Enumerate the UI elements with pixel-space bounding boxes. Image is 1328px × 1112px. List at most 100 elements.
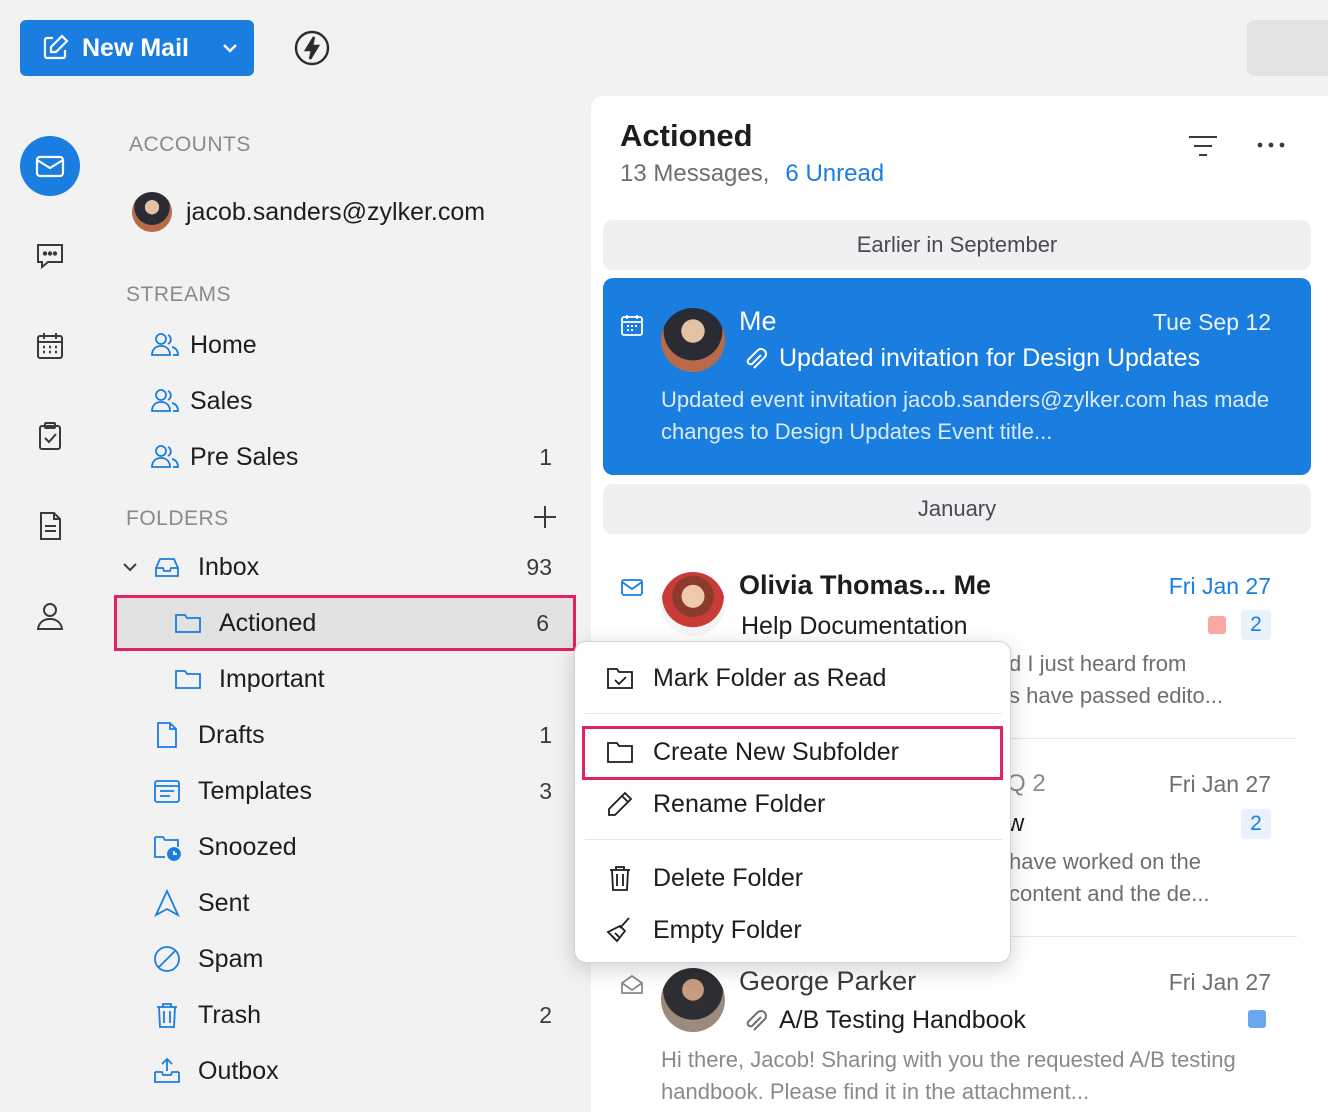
preview-line: have worked on the — [1009, 849, 1202, 874]
folder-count: 3 — [539, 777, 552, 804]
folder-label: Drafts — [198, 720, 265, 749]
message-date: Fri Jan 27 — [1168, 969, 1271, 995]
trash-icon — [610, 866, 630, 891]
folder-icon — [175, 614, 201, 633]
list-title: Actioned — [620, 118, 753, 153]
rail-mail[interactable] — [20, 136, 80, 196]
message-sender-tail: Q 2 — [1007, 770, 1046, 797]
unread-count[interactable]: 6 Unread — [785, 160, 884, 187]
stream-label: Home — [190, 330, 257, 359]
folder-item-templates[interactable]: Templates 3 — [120, 763, 576, 819]
sender-avatar — [661, 308, 725, 372]
stream-item-pre-sales[interactable]: Pre Sales 1 — [120, 429, 576, 485]
attachment-icon — [746, 1009, 767, 1031]
group-icon — [151, 389, 179, 412]
menu-item-create-subfolder[interactable]: Create New Subfolder — [605, 730, 899, 774]
menu-item-delete[interactable]: Delete Folder — [605, 856, 803, 900]
inbox-icon — [155, 558, 179, 577]
folders-heading: FOLDERS — [126, 507, 229, 530]
messages-count: 13 Messages, — [620, 160, 770, 187]
message-preview: Updated event invitation jacob.sanders@z… — [661, 387, 1270, 444]
menu-separator — [585, 713, 1002, 714]
folder-count: 1 — [539, 721, 552, 748]
folder-item-actioned[interactable]: Actioned 6 — [114, 595, 576, 651]
message-subject-row: Help Documentation — [741, 612, 968, 641]
bolt-icon[interactable] — [292, 28, 332, 68]
attachment-icon — [746, 347, 767, 369]
folder-item-sent[interactable]: Sent — [120, 875, 576, 931]
preview-line: content and the de... — [1009, 881, 1210, 906]
search-box[interactable] — [1247, 20, 1328, 76]
notes-icon — [40, 512, 61, 540]
rail-chat[interactable] — [20, 226, 80, 286]
message-date: Fri Jan 27 — [1168, 771, 1271, 797]
message-subject-row: Updated invitation for Design Updates — [741, 344, 1200, 373]
stream-label: Sales — [190, 386, 253, 415]
pencil-icon — [608, 791, 633, 816]
menu-item-label: Mark Folder as Read — [653, 663, 887, 692]
folder-item-trash[interactable]: Trash 2 — [120, 987, 576, 1043]
chevron-down-icon[interactable] — [220, 38, 240, 58]
filter-icon[interactable] — [1186, 132, 1220, 160]
folder-label: Outbox — [198, 1056, 279, 1085]
message-preview: Hi there, Jacob! Sharing with you the re… — [661, 1047, 1236, 1104]
account-email: jacob.sanders@zylker.com — [186, 197, 486, 226]
menu-item-label: Create New Subfolder — [653, 737, 899, 766]
folder-item-outbox[interactable]: Outbox — [120, 1043, 576, 1099]
stream-item-sales[interactable]: Sales — [120, 373, 576, 429]
folder-icon — [175, 670, 201, 689]
thread-count-badge: 2 — [1241, 610, 1271, 640]
message-preview: d I just heard from s have passed edito.… — [1009, 648, 1309, 712]
mail-icon — [621, 579, 643, 596]
folder-item-drafts[interactable]: Drafts 1 — [120, 707, 576, 763]
message-item[interactable]: Me Tue Sep 12 Updated invitation for Des… — [603, 278, 1311, 475]
message-subject: Help Documentation — [741, 612, 968, 640]
new-mail-label: New Mail — [82, 33, 189, 62]
menu-item-rename[interactable]: Rename Folder — [605, 782, 825, 826]
folder-count: 93 — [526, 553, 552, 580]
chat-icon — [37, 244, 63, 270]
rail-notes[interactable] — [20, 496, 80, 556]
group-header: January — [603, 484, 1311, 534]
group-icon — [151, 445, 179, 468]
rail-tasks[interactable] — [20, 406, 80, 466]
list-summary: 13 Messages, 6 Unread — [620, 160, 884, 188]
message-sender: Me — [739, 306, 777, 336]
tag-color — [1208, 616, 1226, 634]
account-item[interactable]: jacob.sanders@zylker.com — [132, 192, 485, 232]
stream-count: 1 — [539, 443, 552, 470]
draft-icon — [157, 722, 177, 748]
sender-avatar — [661, 968, 725, 1032]
accounts-heading: ACCOUNTS — [129, 133, 251, 156]
chevron-down-icon[interactable] — [120, 557, 140, 577]
snooze-icon — [154, 836, 181, 861]
group-header: Earlier in September — [603, 220, 1311, 270]
folder-item-snoozed[interactable]: Snoozed — [120, 819, 576, 875]
stream-item-home[interactable]: Home — [120, 317, 576, 373]
thread-count-badge: 2 — [1241, 809, 1271, 839]
message-date: Tue Sep 12 — [1152, 309, 1271, 335]
add-folder-icon[interactable] — [530, 502, 560, 532]
trash-icon — [157, 1003, 177, 1028]
folder-item-inbox[interactable]: Inbox 93 — [120, 539, 576, 595]
more-icon[interactable] — [1254, 130, 1288, 160]
folder-item-spam[interactable]: Spam — [120, 931, 576, 987]
menu-item-mark-read[interactable]: Mark Folder as Read — [605, 656, 886, 700]
sent-icon — [154, 888, 180, 918]
preview-line: s have passed edito... — [1009, 683, 1224, 708]
template-icon — [154, 780, 180, 803]
new-mail-button[interactable]: New Mail — [20, 20, 254, 76]
folder-item-important[interactable]: Important — [120, 651, 576, 707]
folder-label: Sent — [198, 888, 250, 917]
rail-contacts[interactable] — [20, 586, 80, 646]
folder-count: 2 — [539, 1001, 552, 1028]
folder-label: Inbox — [198, 552, 260, 581]
message-item[interactable]: George Parker Fri Jan 27 A/B Testing Han… — [603, 938, 1311, 1112]
folder-label: Snoozed — [198, 832, 297, 861]
folder-icon — [607, 742, 633, 763]
menu-item-label: Rename Folder — [653, 789, 826, 818]
rail-calendar[interactable] — [20, 316, 80, 376]
broom-icon — [606, 917, 630, 943]
folder-label: Actioned — [219, 608, 317, 637]
menu-item-empty[interactable]: Empty Folder — [605, 908, 802, 952]
